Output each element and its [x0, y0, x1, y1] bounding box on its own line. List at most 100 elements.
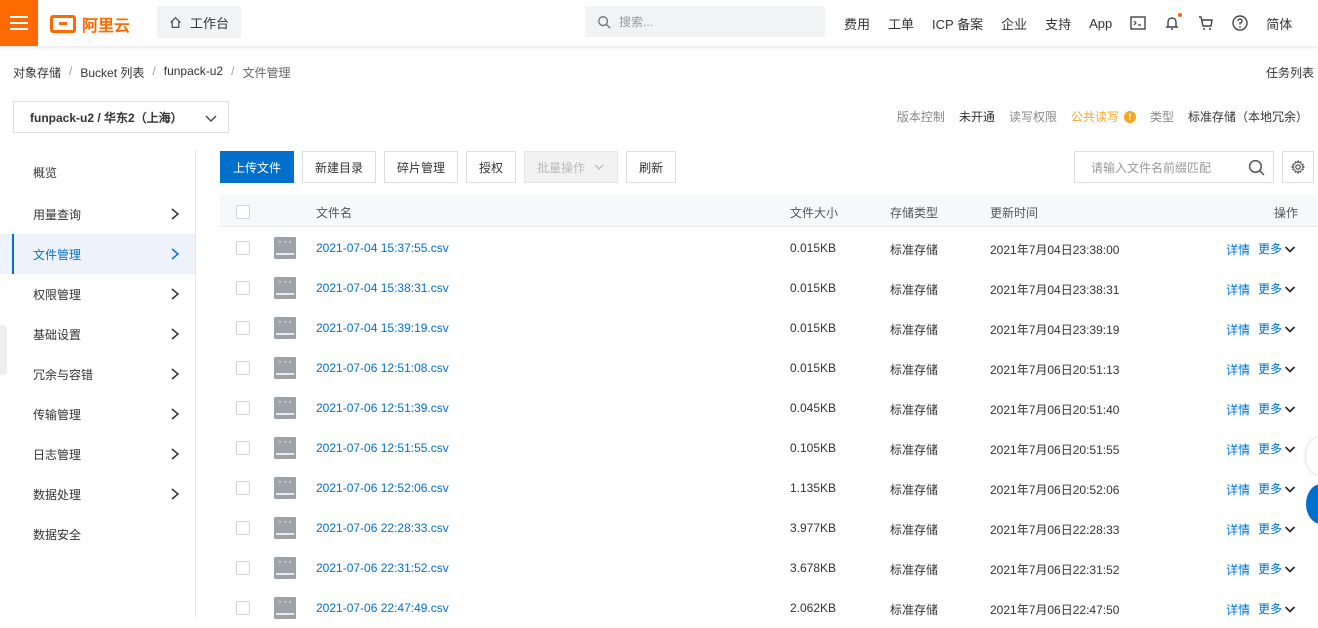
sidebar-item-permissions[interactable]: 权限管理 [0, 274, 195, 314]
sidebar-item-data-processing[interactable]: 数据处理 [0, 474, 195, 514]
row-checkbox[interactable] [236, 441, 250, 455]
workbench-button[interactable]: 工作台 [157, 6, 242, 38]
more-label: 更多 [1258, 562, 1283, 576]
row-checkbox[interactable] [236, 521, 250, 535]
refresh-button[interactable]: 刷新 [626, 151, 677, 183]
row-checkbox[interactable] [236, 281, 250, 295]
nav-app[interactable]: App [1089, 16, 1112, 31]
cart-icon[interactable] [1198, 15, 1214, 31]
file-name-link[interactable]: 2021-07-04 15:39:19.csv [316, 321, 449, 335]
file-icon [274, 274, 296, 299]
more-dropdown[interactable]: 更多 [1258, 480, 1296, 497]
upload-button[interactable]: 上传文件 [220, 151, 295, 183]
column-header-size: 文件大小 [790, 206, 839, 220]
more-dropdown[interactable]: 更多 [1258, 440, 1296, 457]
more-dropdown[interactable]: 更多 [1258, 360, 1296, 377]
more-dropdown[interactable]: 更多 [1258, 400, 1296, 417]
detail-link[interactable]: 详情 [1226, 321, 1250, 338]
chevron-down-icon [1284, 605, 1296, 613]
fragments-button[interactable]: 碎片管理 [384, 151, 459, 183]
more-dropdown[interactable]: 更多 [1258, 520, 1296, 537]
breadcrumb-bucket-list[interactable]: Bucket 列表 [80, 64, 144, 81]
sidebar-item-transfer[interactable]: 传输管理 [0, 394, 195, 434]
detail-link[interactable]: 详情 [1226, 561, 1250, 578]
select-all-checkbox[interactable] [236, 205, 250, 219]
sidebar-item-usage[interactable]: 用量查询 [0, 194, 195, 234]
task-list-link[interactable]: 任务列表 [1266, 64, 1314, 81]
sidebar-item-files[interactable]: 文件管理 [0, 234, 195, 274]
file-prefix-search-input[interactable]: 请输入文件名前缀匹配 [1074, 151, 1274, 183]
new-directory-button[interactable]: 新建目录 [302, 151, 377, 183]
menu-icon[interactable] [0, 0, 38, 46]
row-checkbox[interactable] [236, 241, 250, 255]
chevron-down-icon [594, 164, 604, 170]
file-name-link[interactable]: 2021-07-04 15:37:55.csv [316, 241, 449, 255]
row-checkbox[interactable] [236, 601, 250, 615]
detail-link[interactable]: 详情 [1226, 481, 1250, 498]
sidebar-collapse-handle[interactable] [0, 325, 7, 375]
sidebar-item-label: 基础设置 [33, 327, 82, 342]
warning-icon[interactable]: ! [1123, 110, 1136, 123]
detail-link[interactable]: 详情 [1226, 281, 1250, 298]
file-name-link[interactable]: 2021-07-06 12:52:06.csv [316, 481, 449, 495]
row-checkbox[interactable] [236, 561, 250, 575]
detail-link[interactable]: 详情 [1226, 601, 1250, 618]
row-checkbox[interactable] [236, 321, 250, 335]
file-name-link[interactable]: 2021-07-04 15:38:31.csv [316, 281, 449, 295]
file-name-link[interactable]: 2021-07-06 12:51:08.csv [316, 361, 449, 375]
aliyun-logo[interactable]: 阿里云 [50, 12, 130, 36]
row-checkbox[interactable] [236, 361, 250, 375]
detail-link[interactable]: 详情 [1226, 441, 1250, 458]
more-label: 更多 [1258, 442, 1283, 456]
storage-type-label: 类型 [1149, 110, 1174, 124]
detail-link[interactable]: 详情 [1226, 361, 1250, 378]
global-search-input[interactable]: 搜索... [585, 6, 825, 37]
file-name-link[interactable]: 2021-07-06 12:51:39.csv [316, 401, 449, 415]
bell-icon[interactable] [1164, 13, 1183, 31]
more-dropdown[interactable]: 更多 [1258, 600, 1296, 617]
nav-icp[interactable]: ICP 备案 [932, 14, 983, 33]
sidebar-item-logs[interactable]: 日志管理 [0, 434, 195, 474]
file-name-link[interactable]: 2021-07-06 22:31:52.csv [316, 561, 449, 575]
nav-enterprise[interactable]: 企业 [1001, 14, 1027, 33]
settings-button[interactable] [1282, 151, 1314, 183]
detail-link[interactable]: 详情 [1226, 241, 1250, 258]
help-icon[interactable] [1232, 15, 1248, 31]
more-dropdown[interactable]: 更多 [1258, 240, 1296, 257]
more-dropdown[interactable]: 更多 [1258, 320, 1296, 337]
table-row: 2021-07-06 22:47:49.csv 2.062KB 标准存储 202… [220, 588, 1318, 628]
nav-billing[interactable]: 费用 [844, 14, 870, 33]
file-name-link[interactable]: 2021-07-06 12:51:55.csv [316, 441, 449, 455]
breadcrumb-bucket[interactable]: funpack-u2 [164, 64, 223, 81]
detail-link[interactable]: 详情 [1226, 401, 1250, 418]
more-dropdown[interactable]: 更多 [1258, 280, 1296, 297]
storage-type: 标准存储 [890, 243, 939, 257]
sidebar-item-data-security[interactable]: 数据安全 [0, 514, 195, 554]
terminal-icon[interactable] [1130, 15, 1146, 31]
updated-time: 2021年7月06日20:51:13 [990, 363, 1120, 377]
sidebar-item-overview[interactable]: 概览 [0, 150, 195, 194]
sidebar-item-label: 传输管理 [33, 407, 82, 422]
batch-operation-button[interactable]: 批量操作 [524, 151, 619, 183]
row-checkbox[interactable] [236, 481, 250, 495]
more-label: 更多 [1258, 402, 1283, 416]
authorize-button[interactable]: 授权 [466, 151, 517, 183]
file-name-link[interactable]: 2021-07-06 22:28:33.csv [316, 521, 449, 535]
detail-link[interactable]: 详情 [1226, 521, 1250, 538]
search-icon [598, 15, 611, 29]
search-icon[interactable] [1248, 159, 1265, 176]
bucket-selector[interactable]: funpack-u2 / 华东2（上海） [13, 101, 229, 133]
sidebar-item-redundancy[interactable]: 冗余与容错 [0, 354, 195, 394]
row-checkbox[interactable] [236, 401, 250, 415]
nav-tickets[interactable]: 工单 [888, 14, 914, 33]
file-size: 0.105KB [790, 441, 837, 455]
file-name-link[interactable]: 2021-07-06 22:47:49.csv [316, 601, 449, 615]
breadcrumb-oss[interactable]: 对象存储 [13, 64, 61, 81]
sidebar-item-basic-settings[interactable]: 基础设置 [0, 314, 195, 354]
file-icon [274, 514, 296, 539]
more-dropdown[interactable]: 更多 [1258, 560, 1296, 577]
language-switch[interactable]: 简体 [1266, 14, 1292, 33]
chevron-down-icon [1284, 445, 1296, 453]
nav-support[interactable]: 支持 [1045, 14, 1071, 33]
file-size: 0.015KB [790, 281, 837, 295]
